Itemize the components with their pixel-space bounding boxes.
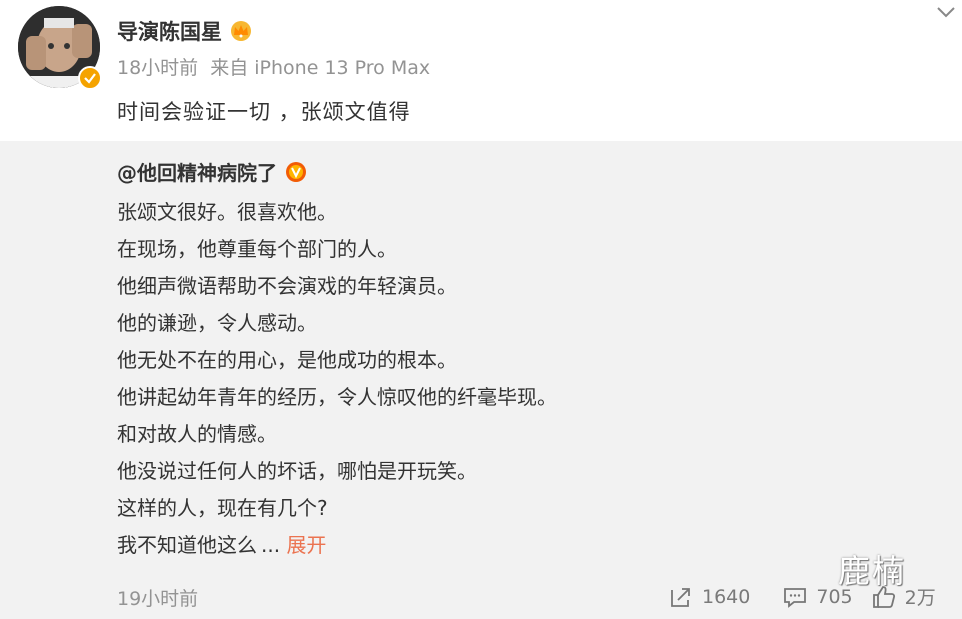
verified-v-icon <box>286 161 306 182</box>
ellipsis: ... <box>261 533 281 557</box>
repost-last-line: 我不知道他这么... 展开 <box>117 527 557 564</box>
author-name[interactable]: 导演陈国星 <box>117 16 222 46</box>
repost-line: 他无处不在的用心，是他成功的根本。 <box>117 348 457 372</box>
repost-line: 他没说过任何人的坏话，哪怕是开玩笑。 <box>117 459 477 483</box>
post-meta: 18小时前 来自 iPhone 13 Pro Max <box>117 53 430 80</box>
repost-time[interactable]: 19小时前 <box>117 584 198 611</box>
repost-line: 在现场，他尊重每个部门的人。 <box>117 237 397 261</box>
repost-line: 和对故人的情感。 <box>117 422 277 446</box>
crown-icon <box>231 21 251 41</box>
repost-line: 这样的人，现在有几个? <box>117 496 328 520</box>
comment-icon <box>784 587 807 608</box>
post-time[interactable]: 18小时前 <box>117 57 198 79</box>
share-icon <box>671 587 690 607</box>
chevron-down-icon[interactable] <box>934 0 958 24</box>
verified-badge-icon <box>78 66 102 90</box>
repost-line: 他的谦逊，令人感动。 <box>117 311 317 335</box>
repost-line: 张颂文很好。很喜欢他。 <box>117 200 337 224</box>
expand-link[interactable]: 展开 <box>286 533 326 557</box>
post-text: 时间会验证一切 ，张颂文值得 <box>117 100 411 124</box>
repost-line: 他细声微语帮助不会演戏的年轻演员。 <box>117 274 457 298</box>
post-source: 来自 iPhone 13 Pro Max <box>210 57 431 79</box>
repost-text: 张颂文很好。很喜欢他。 在现场，他尊重每个部门的人。 他细声微语帮助不会演戏的年… <box>117 194 557 564</box>
watermark: 鹿楠 <box>838 552 907 590</box>
like-count: 2万 <box>904 587 936 609</box>
repost-count: 1640 <box>702 585 751 608</box>
repost-button[interactable]: 1640 <box>668 584 750 610</box>
repost-author-name[interactable]: @他回精神病院了 <box>117 157 277 186</box>
repost-author: @他回精神病院了 <box>117 157 307 186</box>
repost-line: 他讲起幼年青年的经历，令人惊叹他的纤毫毕现。 <box>117 385 557 409</box>
post-author: 导演陈国星 <box>117 16 254 46</box>
repost-last-text: 我不知道他这么 <box>117 533 257 557</box>
